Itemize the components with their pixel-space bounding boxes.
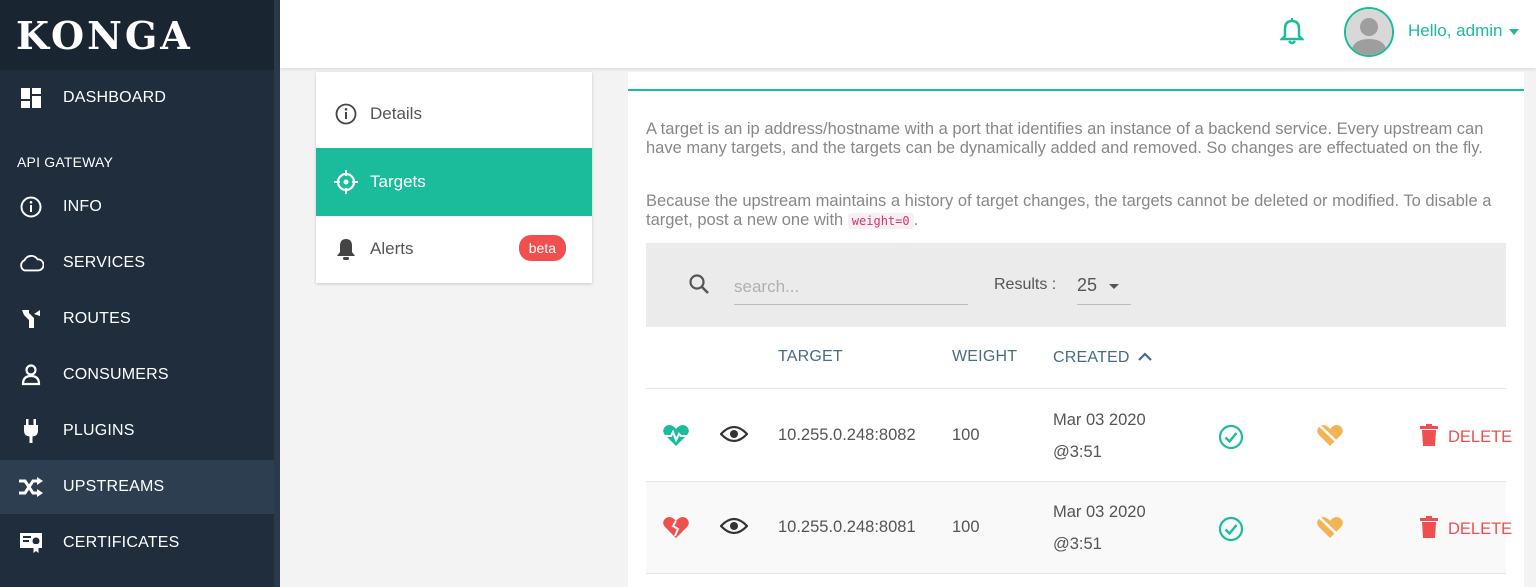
- sidebar-item-label: ROUTES: [63, 310, 131, 327]
- greeting-text: Hello, admin: [1408, 21, 1503, 40]
- chevron-down-icon: [1109, 284, 1119, 289]
- heart-off-icon[interactable]: [1316, 516, 1344, 545]
- user-menu-toggle[interactable]: Hello, admin: [1408, 21, 1519, 41]
- tab-label: Details: [370, 104, 422, 123]
- targets-note: Because the upstream maintains a history…: [646, 192, 1506, 231]
- sidebar-item-label: PLUGINS: [63, 422, 135, 439]
- target-weight: 100: [952, 426, 980, 444]
- column-header-weight[interactable]: WEIGHT: [952, 348, 1017, 366]
- trash-icon: [1420, 424, 1438, 451]
- broken-heart-icon: [662, 516, 690, 545]
- sidebar-item-upstreams[interactable]: UPSTREAMS: [0, 460, 274, 514]
- table-row: 10.255.0.248:8082 100 Mar 03 2020 @3:51 D…: [646, 390, 1512, 482]
- target-address: 10.255.0.248:8081: [778, 518, 916, 536]
- user-icon: [18, 362, 44, 388]
- info-circle-icon: [334, 102, 358, 126]
- upstream-tabs: Details Targets Alerts beta: [316, 72, 592, 283]
- results-value: 25: [1077, 275, 1098, 295]
- check-circle-icon[interactable]: [1218, 424, 1244, 455]
- heart-off-icon[interactable]: [1316, 424, 1344, 453]
- sidebar-item-routes[interactable]: ROUTES: [0, 292, 274, 346]
- sidebar-item-label: CERTIFICATES: [63, 534, 180, 551]
- column-header-created[interactable]: CREATED: [1053, 348, 1152, 367]
- table-row: 10.255.0.248:8081 100 Mar 03 2020 @3:51 D…: [646, 482, 1512, 574]
- targets-note-text: Because the upstream maintains a history…: [646, 192, 1492, 229]
- created-time: @3:51: [1053, 535, 1102, 553]
- delete-label: DELETE: [1448, 520, 1513, 538]
- sidebar-item-certificates[interactable]: CERTIFICATES: [0, 516, 274, 570]
- search-icon: [688, 273, 710, 300]
- target-created: Mar 03 2020 @3:51: [1053, 496, 1146, 560]
- panel-divider: [628, 89, 1524, 91]
- check-circle-icon[interactable]: [1218, 516, 1244, 547]
- targets-panel: A target is an ip address/hostname with …: [628, 72, 1524, 587]
- sidebar-item-dashboard[interactable]: DASHBOARD: [0, 71, 274, 125]
- results-per-page-select[interactable]: 25: [1077, 271, 1131, 305]
- created-date: Mar 03 2020: [1053, 411, 1146, 429]
- sidebar-item-consumers[interactable]: CONSUMERS: [0, 348, 274, 402]
- route-fork-icon: [18, 306, 44, 332]
- tab-details[interactable]: Details: [316, 80, 592, 148]
- topbar: Hello, admin: [280, 0, 1536, 68]
- target-weight: 100: [952, 518, 980, 536]
- certificate-icon: [18, 530, 44, 556]
- sidebar-item-label: SERVICES: [63, 254, 146, 271]
- sidebar: KONGA DASHBOARD API GATEWAY INFO SERVICE…: [0, 0, 280, 587]
- sidebar-item-services[interactable]: SERVICES: [0, 236, 274, 290]
- crosshair-icon: [334, 170, 358, 194]
- trash-icon: [1420, 516, 1438, 543]
- beta-badge: beta: [518, 235, 566, 261]
- sidebar-item-label: DASHBOARD: [63, 89, 167, 106]
- search-input[interactable]: [734, 271, 968, 305]
- info-circle-icon: [18, 194, 44, 220]
- sidebar-item-label: UPSTREAMS: [63, 478, 165, 495]
- sort-ascending-icon: [1137, 348, 1152, 366]
- dashboard-icon: [18, 85, 44, 111]
- sidebar-item-label: CONSUMERS: [63, 366, 169, 383]
- bell-icon: [334, 237, 358, 261]
- sidebar-item-plugins[interactable]: PLUGINS: [0, 404, 274, 458]
- delete-label: DELETE: [1448, 428, 1513, 446]
- shuffle-icon: [18, 474, 44, 500]
- results-label: Results :: [994, 276, 1057, 293]
- brand-name: KONGA: [16, 12, 193, 58]
- table-header: TARGET WEIGHT CREATED: [646, 327, 1506, 389]
- plug-icon: [18, 418, 44, 444]
- delete-target-button[interactable]: DELETE: [1420, 424, 1512, 451]
- sidebar-section-api-gateway: API GATEWAY: [17, 154, 114, 170]
- view-eye-icon[interactable]: [719, 516, 749, 541]
- tab-label: Targets: [370, 172, 426, 191]
- column-header-label: CREATED: [1053, 349, 1130, 366]
- delete-target-button[interactable]: DELETE: [1420, 516, 1512, 543]
- tab-label: Alerts: [370, 239, 414, 258]
- heartbeat-icon: [662, 424, 690, 453]
- notifications-bell-icon[interactable]: [1278, 18, 1306, 51]
- chevron-down-icon: [1508, 28, 1519, 35]
- targets-description: A target is an ip address/hostname with …: [646, 120, 1484, 157]
- sidebar-item-label: INFO: [63, 198, 103, 215]
- created-time: @3:51: [1053, 443, 1102, 461]
- created-date: Mar 03 2020: [1053, 503, 1146, 521]
- sidebar-item-info[interactable]: INFO: [0, 180, 274, 234]
- tab-alerts[interactable]: Alerts beta: [316, 215, 592, 283]
- user-avatar[interactable]: [1344, 7, 1394, 57]
- brand-logo[interactable]: KONGA: [0, 0, 280, 70]
- column-header-target[interactable]: TARGET: [778, 348, 843, 366]
- targets-note-suffix: .: [913, 211, 919, 229]
- target-address: 10.255.0.248:8082: [778, 426, 916, 444]
- table-toolbar: Results : 25: [646, 243, 1506, 327]
- cloud-icon: [18, 250, 44, 276]
- target-created: Mar 03 2020 @3:51: [1053, 404, 1146, 468]
- tab-targets[interactable]: Targets: [316, 148, 592, 216]
- view-eye-icon[interactable]: [719, 424, 749, 449]
- weight-code: weight=0: [847, 213, 914, 229]
